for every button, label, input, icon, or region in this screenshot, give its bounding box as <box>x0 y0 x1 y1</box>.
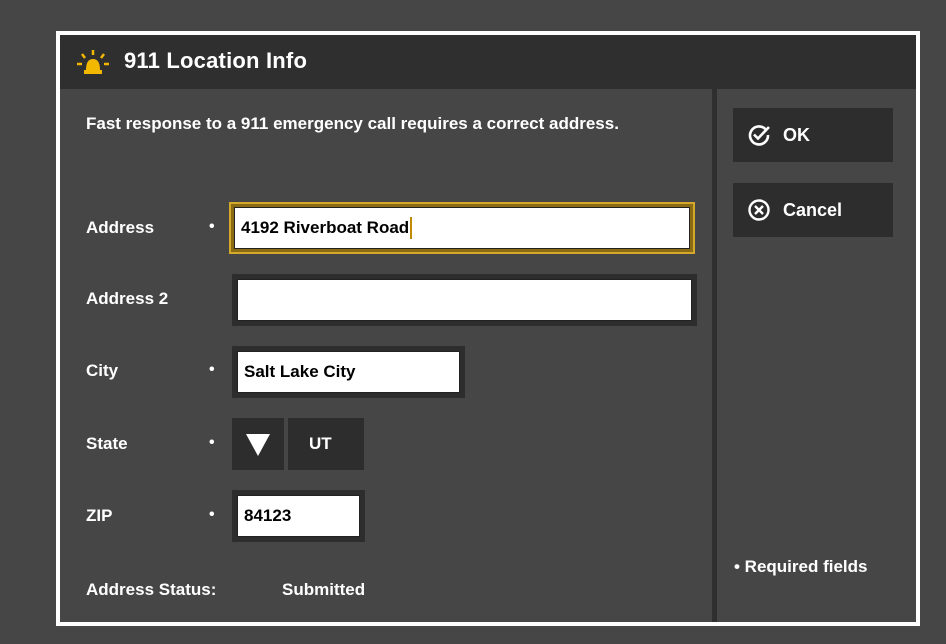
city-field[interactable]: Salt Lake City <box>237 351 460 393</box>
zip-label: ZIP <box>86 506 113 525</box>
state-select[interactable]: UT <box>288 418 364 470</box>
ok-button-label: OK <box>783 124 810 145</box>
address-field[interactable]: 4192 Riverboat Road <box>234 207 690 249</box>
city-label: City <box>86 361 119 380</box>
required-fields-note: • Required fields <box>734 557 868 576</box>
address-status-value: Submitted <box>282 580 366 599</box>
text-caret <box>410 217 413 239</box>
address-value: 4192 Riverboat Road <box>241 218 410 237</box>
address-required-marker: • <box>209 218 215 235</box>
address2-label: Address 2 <box>86 289 169 308</box>
state-label: State <box>86 434 128 453</box>
check-circle-icon <box>748 125 770 146</box>
city-field-frame: Salt Lake City <box>232 346 465 398</box>
panel-divider <box>712 89 717 622</box>
zip-field[interactable]: 84123 <box>237 495 360 537</box>
dialog-title: 911 Location Info <box>124 48 308 73</box>
state-required-marker: • <box>209 434 215 451</box>
zip-required-marker: • <box>209 506 215 523</box>
state-dropdown-button[interactable] <box>232 418 284 470</box>
city-value: Salt Lake City <box>244 362 356 381</box>
zip-value: 84123 <box>244 506 292 525</box>
zip-field-frame: 84123 <box>232 490 365 542</box>
ok-button[interactable]: OK <box>733 108 893 162</box>
triangle-down-icon <box>246 434 270 456</box>
address-field-frame: 4192 Riverboat Road <box>229 202 695 254</box>
intro-text: Fast response to a 911 emergency call re… <box>86 114 619 133</box>
address2-field[interactable] <box>237 279 692 321</box>
address-label: Address <box>86 218 155 237</box>
city-required-marker: • <box>209 361 215 378</box>
cancel-button[interactable]: Cancel <box>733 183 893 237</box>
state-value: UT <box>309 434 332 453</box>
location-dialog: 911 Location Info Fast response to a 911… <box>56 31 920 626</box>
siren-icon <box>76 48 110 78</box>
dialog-titlebar: 911 Location Info <box>60 35 916 89</box>
address2-field-frame <box>232 274 697 326</box>
cancel-button-label: Cancel <box>783 199 843 220</box>
x-circle-icon <box>748 199 770 221</box>
address-status-label: Address Status: <box>86 580 217 599</box>
